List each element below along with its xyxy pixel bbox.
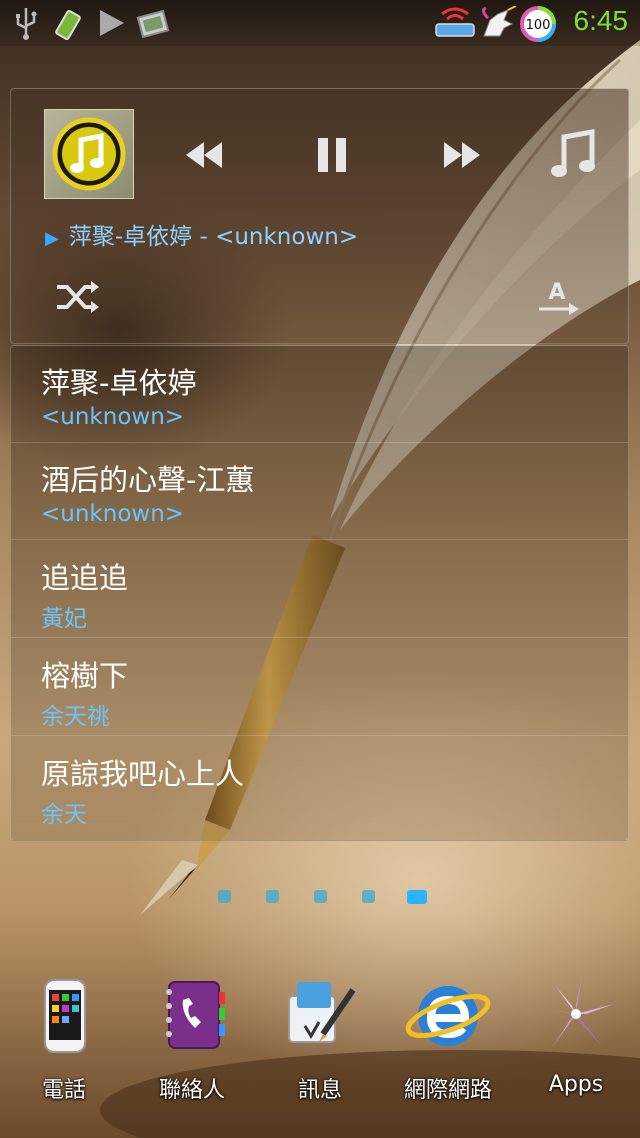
phone-icon (44, 979, 86, 1053)
rewind-button[interactable] (179, 125, 229, 185)
dock-item-phone[interactable]: 電話 (4, 970, 124, 1120)
music-player-widget: ▶ 萍聚-卓依婷 - <unknown> A (10, 88, 629, 344)
dock-item-messaging[interactable]: 訊息 (260, 970, 380, 1120)
track-artist: <unknown> (41, 501, 185, 527)
text-direction-button[interactable]: A (535, 277, 585, 327)
playlist-item[interactable]: 原諒我吧心上人 余天 (11, 737, 628, 834)
page-dot[interactable] (362, 890, 375, 903)
dock-label: 訊息 (297, 1078, 342, 1103)
playlist: 萍聚-卓依婷 <unknown> 酒后的心聲-江蕙 <unknown> 追追追 … (10, 345, 629, 841)
play-indicator-icon: ▶ (45, 228, 59, 249)
playlist-item[interactable]: 追追追 黃妃 (11, 541, 628, 638)
playlist-item[interactable]: 酒后的心聲-江蕙 <unknown> (11, 443, 628, 540)
dock-item-internet[interactable]: 網際網路 (388, 970, 508, 1120)
track-title: 榕樹下 (41, 659, 129, 693)
playlist-item[interactable]: 萍聚-卓依婷 <unknown> (11, 346, 628, 443)
dock-label: Apps (548, 1072, 604, 1097)
contacts-icon (166, 981, 225, 1049)
track-artist: 黃妃 (41, 606, 87, 632)
now-playing-title: 萍聚-卓依婷 - <unknown> (68, 224, 359, 250)
fast-forward-icon (444, 142, 480, 168)
dock-label: 網際網路 (403, 1078, 492, 1103)
play-store-icon (100, 10, 124, 36)
dock-label: 聯絡人 (158, 1078, 225, 1103)
status-bar: 100 6:45 (0, 0, 640, 46)
open-music-app-button[interactable] (549, 125, 599, 185)
music-note-icon (551, 129, 595, 177)
page-dot[interactable] (266, 890, 279, 903)
battery-percent: 100 (526, 18, 551, 33)
shuffle-icon (57, 281, 99, 313)
track-title: 酒后的心聲-江蕙 (41, 463, 255, 497)
pause-button[interactable] (307, 125, 357, 185)
rewind-icon (186, 142, 222, 168)
track-title: 萍聚-卓依婷 (41, 366, 197, 400)
status-clock: 6:45 (573, 5, 629, 36)
unicorn-icon (481, 6, 517, 37)
gallery-icon (136, 9, 170, 39)
pause-icon (318, 138, 346, 172)
shuffle-button[interactable] (55, 277, 105, 327)
fast-forward-button[interactable] (437, 125, 487, 185)
usb-icon (16, 8, 37, 40)
now-playing-text: ▶ 萍聚-卓依婷 - <unknown> (45, 217, 358, 251)
dock-label: 電話 (41, 1078, 86, 1103)
page-indicator (0, 888, 640, 908)
internet-icon (405, 986, 491, 1046)
track-title: 追追追 (41, 561, 129, 595)
track-artist: 余天祧 (41, 704, 110, 730)
page-dot[interactable] (218, 890, 231, 903)
track-artist: <unknown> (41, 404, 185, 430)
wifi-router-icon (435, 7, 475, 37)
track-title: 原諒我吧心上人 (41, 757, 245, 791)
messaging-icon (288, 982, 356, 1043)
battery-ring-icon: 100 (520, 6, 556, 42)
apps-icon (538, 976, 614, 1048)
text-direction-icon: A (539, 280, 579, 315)
battery-saver-icon (55, 9, 81, 40)
playlist-item[interactable]: 榕樹下 余天祧 (11, 639, 628, 736)
track-artist: 余天 (41, 802, 87, 828)
svg-text:A: A (548, 280, 565, 305)
page-dot[interactable] (314, 890, 327, 903)
app-dock: 電話 聯絡人 訊息 網際網路 Apps (0, 960, 640, 1138)
album-art[interactable] (44, 109, 134, 199)
dock-item-apps[interactable]: Apps (516, 970, 636, 1120)
dock-item-contacts[interactable]: 聯絡人 (132, 970, 252, 1120)
page-dot-active[interactable] (407, 890, 427, 904)
music-note-icon (52, 117, 126, 191)
